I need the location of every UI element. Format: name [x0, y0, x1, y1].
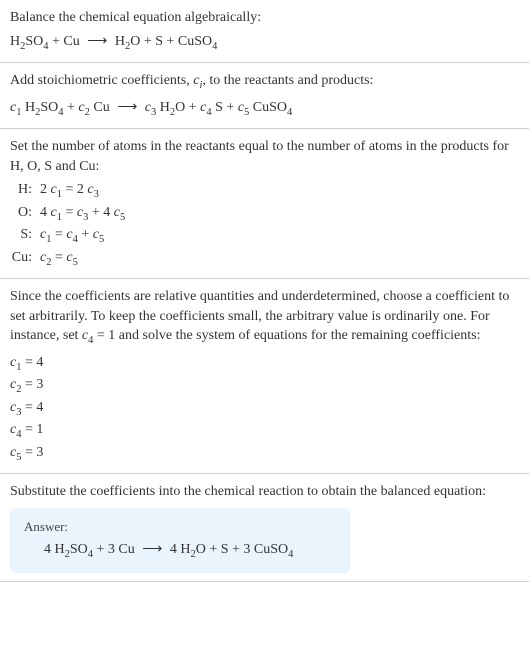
section-stoichiometric: Add stoichiometric coefficients, ci, to …	[0, 63, 529, 129]
atom-intro: Set the number of atoms in the reactants…	[10, 137, 519, 176]
text: =	[62, 205, 77, 220]
arrow: ⟶	[138, 542, 166, 557]
text: SO	[25, 34, 43, 49]
atom-row-s: S: c1 = c4 + c5	[10, 225, 519, 247]
text: +	[64, 100, 79, 115]
text: 4 H	[166, 542, 190, 557]
atom-equation: c2 = c5	[40, 248, 519, 270]
text: O + S + 3 CuSO	[196, 542, 288, 557]
text: = 3	[21, 445, 43, 460]
text: = 4	[21, 400, 43, 415]
text: O +	[175, 100, 200, 115]
subscript: 5	[120, 212, 125, 223]
text: + 3 Cu	[93, 542, 138, 557]
text: = 3	[21, 377, 43, 392]
atom-row-o: O: 4 c1 = c3 + 4 c5	[10, 203, 519, 225]
balanced-equation: 4 H2SO4 + 3 Cu ⟶ 4 H2O + S + 3 CuSO4	[24, 540, 336, 562]
answer-box: Answer: 4 H2SO4 + 3 Cu ⟶ 4 H2O + S + 3 C…	[10, 508, 350, 573]
text: = 1	[93, 328, 115, 343]
text: H	[10, 34, 20, 49]
answer-label: Answer:	[24, 518, 336, 536]
text: = 4	[21, 355, 43, 370]
atom-label: Cu:	[10, 248, 40, 270]
atom-equation: 4 c1 = c3 + 4 c5	[40, 203, 519, 225]
atom-table: H: 2 c1 = 2 c3 O: 4 c1 = c3 + 4 c5 S: c1…	[10, 180, 519, 270]
section-atom-balance: Set the number of atoms in the reactants…	[0, 129, 529, 279]
subscript: 4	[288, 549, 293, 560]
unbalanced-equation: H2SO4 + Cu ⟶ H2O + S + CuSO4	[10, 32, 519, 54]
atom-equation: c1 = c4 + c5	[40, 225, 519, 247]
section-answer: Substitute the coefficients into the che…	[0, 474, 529, 581]
text: SO	[40, 100, 58, 115]
text: CuSO	[249, 100, 287, 115]
coef-line: c5 = 3	[10, 443, 519, 465]
coef-line: c1 = 4	[10, 353, 519, 375]
text: O + S + CuSO	[130, 34, 212, 49]
text: =	[51, 227, 66, 242]
text: 4	[40, 205, 51, 220]
subscript: 3	[94, 189, 99, 200]
problem-intro: Balance the chemical equation algebraica…	[10, 8, 519, 28]
answer-intro: Substitute the coefficients into the che…	[10, 482, 519, 502]
stoich-intro: Add stoichiometric coefficients, ci, to …	[10, 71, 519, 93]
atom-equation: 2 c1 = 2 c3	[40, 180, 519, 202]
section-problem: Balance the chemical equation algebraica…	[0, 0, 529, 63]
text: H	[21, 100, 35, 115]
text: + Cu	[49, 34, 84, 49]
subscript: 5	[99, 234, 104, 245]
section-solve: Since the coefficients are relative quan…	[0, 279, 529, 474]
text: 2	[40, 182, 51, 197]
stoich-equation: c1 H2SO4 + c2 Cu ⟶ c3 H2O + c4 S + c5 Cu…	[10, 98, 519, 120]
atom-row-h: H: 2 c1 = 2 c3	[10, 180, 519, 202]
atom-label: H:	[10, 180, 40, 202]
coef-line: c2 = 3	[10, 375, 519, 397]
text: SO	[70, 542, 88, 557]
text: + 4	[88, 205, 113, 220]
atom-row-cu: Cu: c2 = c5	[10, 248, 519, 270]
text: Add stoichiometric coefficients,	[10, 73, 193, 88]
subscript: 4	[212, 40, 217, 51]
text: H	[111, 34, 125, 49]
arrow: ⟶	[113, 100, 141, 115]
text: = 2	[62, 182, 87, 197]
atom-label: S:	[10, 225, 40, 247]
coef-line: c3 = 4	[10, 398, 519, 420]
subscript: 4	[287, 106, 292, 117]
text: and solve the system of equations for th…	[115, 328, 480, 343]
text: =	[51, 250, 66, 265]
solve-intro: Since the coefficients are relative quan…	[10, 287, 519, 349]
text: S +	[212, 100, 238, 115]
coefficient-list: c1 = 4 c2 = 3 c3 = 4 c4 = 1 c5 = 3	[10, 353, 519, 465]
text: , to the reactants and products:	[202, 73, 373, 88]
arrow: ⟶	[83, 34, 111, 49]
text: Cu	[90, 100, 113, 115]
coef-line: c4 = 1	[10, 420, 519, 442]
text: 4 H	[44, 542, 65, 557]
atom-label: O:	[10, 203, 40, 225]
text: +	[78, 227, 93, 242]
subscript: 5	[73, 256, 78, 267]
text: = 1	[21, 422, 43, 437]
text: H	[156, 100, 170, 115]
